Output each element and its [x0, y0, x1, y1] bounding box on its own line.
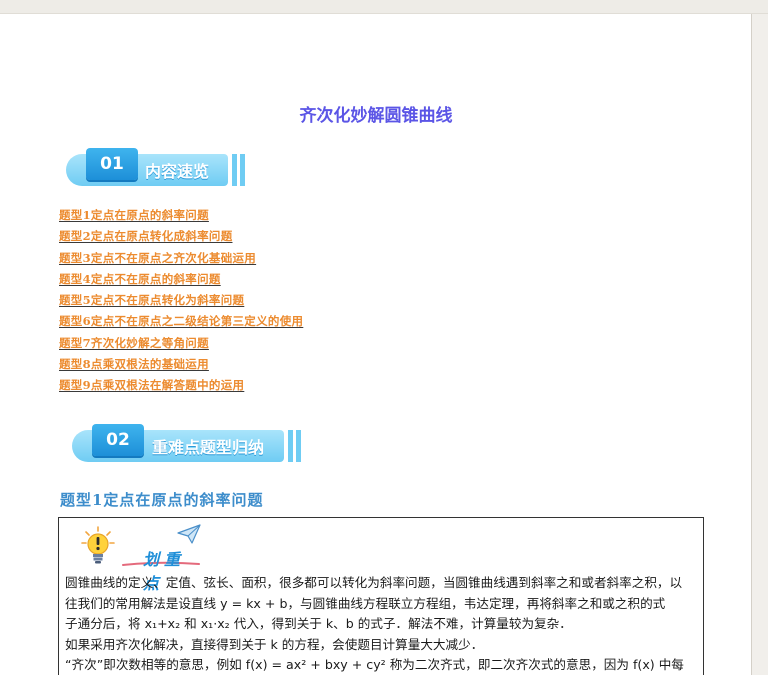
lightbulb-icon	[81, 526, 115, 564]
toc-link[interactable]: 题型1定点在原点的斜率问题	[59, 207, 303, 228]
viewer-margin	[752, 14, 768, 675]
section-number: 01	[86, 148, 138, 180]
toc-link[interactable]: 题型6定点不在原点之二级结论第三定义的使用	[59, 313, 303, 334]
viewer-top-strip	[0, 0, 768, 14]
toc-link[interactable]: 题型9点乘双根法在解答题中的运用	[59, 377, 303, 398]
paragraph-line: 圆锥曲线的定义、定值、弦长、面积，很多都可以转化为斜率问题，当圆锥曲线遇到斜率之…	[65, 575, 683, 590]
toc-link[interactable]: 题型8点乘双根法的基础运用	[59, 356, 303, 377]
paragraph-line: 往我们的常用解法是设直线 y = kx + b，与圆锥曲线方程联立方程组，韦达定…	[65, 595, 666, 611]
section-label: 重难点题型归纳	[152, 438, 265, 457]
toc-link[interactable]: 题型5定点不在原点转化为斜率问题	[59, 292, 303, 313]
document-title: 齐次化妙解圆锥曲线	[299, 106, 453, 126]
table-of-contents: 题型1定点在原点的斜率问题 题型2定点在原点转化成斜率问题 题型3定点不在原点之…	[59, 207, 303, 399]
section-label: 内容速览	[145, 162, 210, 181]
toc-link[interactable]: 题型4定点不在原点的斜率问题	[59, 271, 303, 292]
paragraph-line: 如果采用齐次化解决，直接得到关于 k 的方程，会使题目计算量大大减少．	[65, 636, 484, 652]
paragraph-line: “齐次”即次数相等的意思，例如 f(x) = ax² + bxy + cy² 称…	[65, 657, 684, 672]
section-number: 02	[92, 424, 144, 456]
section-heading: 题型1定点在原点的斜率问题	[60, 491, 264, 509]
banner-stripe	[232, 154, 237, 186]
toc-link[interactable]: 题型2定点在原点转化成斜率问题	[59, 228, 303, 249]
toc-link[interactable]: 题型7齐次化妙解之等角问题	[59, 335, 303, 356]
section-banner-02: 02 重难点题型归纳	[72, 424, 304, 466]
toc-link[interactable]: 题型3定点不在原点之齐次化基础运用	[59, 250, 303, 271]
section-banner-01: 01 内容速览	[66, 148, 246, 190]
banner-stripe	[288, 430, 293, 462]
banner-stripe	[240, 154, 245, 186]
paper-plane-icon	[177, 524, 201, 544]
focus-header: 划重点	[81, 524, 201, 593]
paragraph-line: 子通分后，将 x₁+x₂ 和 x₁·x₂ 代入，得到关于 k、b 的式子．解法不…	[65, 616, 572, 631]
focus-body: 圆锥曲线的定义、定值、弦长、面积，很多都可以转化为斜率问题，当圆锥曲线遇到斜率之…	[65, 573, 701, 675]
focus-box: 划重点 圆锥曲线的定义、定值、弦长、面积，很多都可以转化为斜率问题，当圆锥曲线遇…	[58, 517, 704, 675]
banner-stripe	[296, 430, 301, 462]
